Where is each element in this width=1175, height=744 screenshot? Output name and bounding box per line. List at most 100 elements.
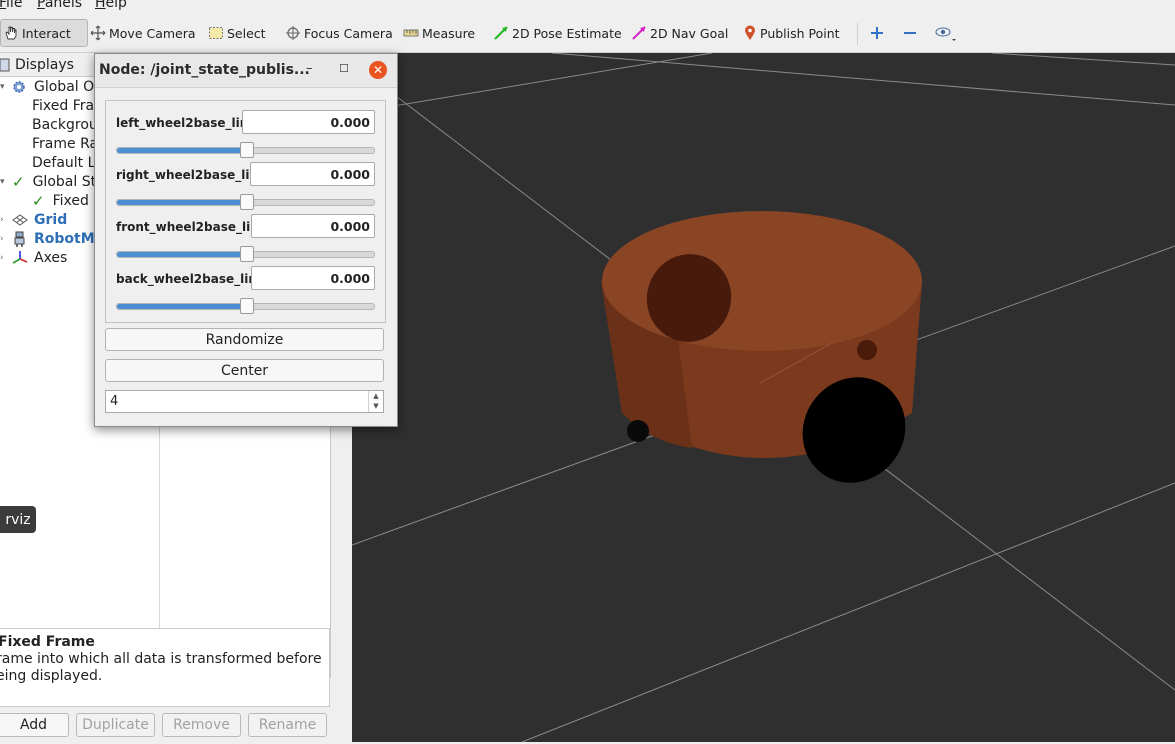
magenta-arrow-icon [632, 26, 646, 40]
menu-panels[interactable]: Panels [37, 0, 82, 11]
measure-tool[interactable]: Measure [403, 21, 475, 45]
columns-spinbox[interactable]: 4 ▲ ▼ [105, 390, 384, 413]
joint-value-back-wheel[interactable]: 0.000 [251, 266, 375, 290]
slider-fill [117, 200, 246, 205]
displays-header: Displays [0, 55, 95, 75]
slider-fill [117, 252, 246, 257]
expand-arrow-icon[interactable]: › [0, 234, 4, 244]
remove-button[interactable]: Remove [162, 713, 241, 737]
2d-nav-goal-tool[interactable]: 2D Nav Goal [631, 21, 728, 45]
slider-handle[interactable] [240, 298, 254, 314]
spinbox-value: 4 [110, 394, 119, 409]
spinbox-arrows[interactable]: ▲ ▼ [368, 391, 383, 412]
close-icon[interactable]: ✕ [369, 61, 387, 79]
slider-handle[interactable] [240, 246, 254, 262]
3d-viewport[interactable] [352, 53, 1175, 742]
tree-item-label: Fixed Fra [32, 97, 95, 114]
add-button[interactable]: Add [0, 713, 69, 737]
remove-tool-button[interactable] [902, 21, 921, 45]
check-icon: ✓ [32, 191, 45, 210]
joint-state-publisher-dialog: Node: /joint_state_publis... – ☐ ✕ left_… [94, 53, 398, 427]
displays-title: Displays [15, 57, 74, 73]
joint-slider-back-wheel[interactable] [116, 298, 375, 314]
dialog-titlebar[interactable]: Node: /joint_state_publis... – ☐ ✕ [95, 54, 397, 88]
move-camera-tool[interactable]: Move Camera [90, 21, 196, 45]
select-icon [209, 27, 223, 39]
2d-nav-goal-label: 2D Nav Goal [650, 25, 729, 41]
menu-file[interactable]: File [0, 0, 22, 11]
toolbar: Interact Move Camera Select Focus Camera… [0, 13, 1175, 53]
expand-arrow-icon[interactable]: ▾ [0, 82, 5, 92]
joint-label-front-wheel: front_wheel2base_link [116, 220, 267, 234]
tree-item-label: Backgrou [32, 116, 98, 133]
rename-button[interactable]: Rename [248, 713, 327, 737]
select-tool[interactable]: Select [208, 21, 266, 45]
property-description: Fixed Frame rame into which all data is … [0, 628, 330, 707]
menu-bar: File Panels Help [0, 0, 1175, 12]
tree-item-axes[interactable]: Axes [12, 248, 67, 267]
slider-fill [117, 304, 246, 309]
focus-camera-icon [286, 26, 300, 40]
description-body: rame into which all data is transformed … [0, 651, 322, 684]
joint-slider-right-wheel[interactable] [116, 194, 375, 210]
interact-tool[interactable]: Interact [0, 19, 88, 47]
joint-value-right-wheel[interactable]: 0.000 [250, 162, 375, 186]
expand-arrow-icon[interactable]: › [0, 253, 4, 263]
joint-slider-left-wheel[interactable] [116, 142, 375, 158]
tree-item-default-light[interactable]: Default L [32, 153, 95, 172]
tree-item-label: Frame Ra [32, 135, 99, 152]
add-tool-button[interactable] [869, 21, 888, 45]
axes-icon [12, 250, 28, 264]
focus-camera-tool[interactable]: Focus Camera [285, 21, 393, 45]
select-label: Select [227, 25, 266, 41]
joint-label-back-wheel: back_wheel2base_link [116, 272, 265, 286]
tree-item-fixed-frame[interactable]: Fixed Fra [32, 96, 94, 115]
randomize-button[interactable]: Randomize [105, 328, 384, 351]
2d-pose-estimate-tool[interactable]: 2D Pose Estimate [493, 21, 622, 45]
grid-icon [12, 213, 28, 226]
duplicate-button[interactable]: Duplicate [76, 713, 155, 737]
move-camera-icon [90, 25, 106, 41]
tree-item-robot-model[interactable]: RobotMo [12, 229, 104, 248]
tree-item-frame-rate[interactable]: Frame Ra [32, 134, 98, 153]
joint-slider-front-wheel[interactable] [116, 246, 375, 262]
tree-item-label: Grid [34, 211, 68, 228]
maximize-icon[interactable]: ☐ [339, 62, 349, 75]
center-button[interactable]: Center [105, 359, 384, 382]
expand-arrow-icon[interactable]: ▾ [0, 177, 5, 187]
slider-fill [117, 148, 246, 153]
joint-label-right-wheel: right_wheel2base_link [116, 168, 266, 182]
measure-label: Measure [422, 25, 476, 41]
spin-up-icon[interactable]: ▲ [373, 392, 378, 400]
minus-icon [904, 32, 916, 34]
slider-handle[interactable] [240, 194, 254, 210]
publish-point-tool[interactable]: Publish Point [743, 21, 840, 45]
view-menu-button[interactable] [934, 21, 961, 45]
tree-item-label: Default L [32, 154, 96, 171]
green-arrow-icon [494, 26, 508, 40]
2d-pose-estimate-label: 2D Pose Estimate [512, 25, 622, 41]
slider-handle[interactable] [240, 142, 254, 158]
move-camera-label: Move Camera [109, 25, 196, 41]
tree-item-grid[interactable]: Grid [12, 210, 67, 229]
tree-item-global-status[interactable]: ✓ Global St [12, 172, 96, 191]
tree-item-fixed-frame-status[interactable]: ✓ Fixed [32, 191, 89, 210]
tree-item-global-options[interactable]: Global O [12, 77, 94, 96]
description-title: Fixed Frame [0, 634, 95, 650]
tree-item-background[interactable]: Backgrou [32, 115, 98, 134]
joint-value-front-wheel[interactable]: 0.000 [251, 214, 375, 238]
joint-sliders-group: left_wheel2base_link 0.000 right_wheel2b… [105, 100, 386, 323]
expand-arrow-icon[interactable]: › [0, 215, 4, 225]
minimize-icon[interactable]: – [306, 61, 313, 76]
tree-item-label: Global O [34, 78, 95, 95]
dialog-title: Node: /joint_state_publis... [99, 62, 310, 78]
map-pin-icon [745, 25, 755, 40]
joint-value-left-wheel[interactable]: 0.000 [242, 110, 375, 134]
menu-help[interactable]: Help [95, 0, 127, 11]
check-icon: ✓ [12, 172, 25, 191]
spin-down-icon[interactable]: ▼ [373, 402, 378, 410]
hand-icon [5, 26, 17, 40]
tree-item-label: Fixed [52, 192, 89, 209]
plus-icon [871, 27, 883, 39]
focus-camera-label: Focus Camera [304, 25, 393, 41]
